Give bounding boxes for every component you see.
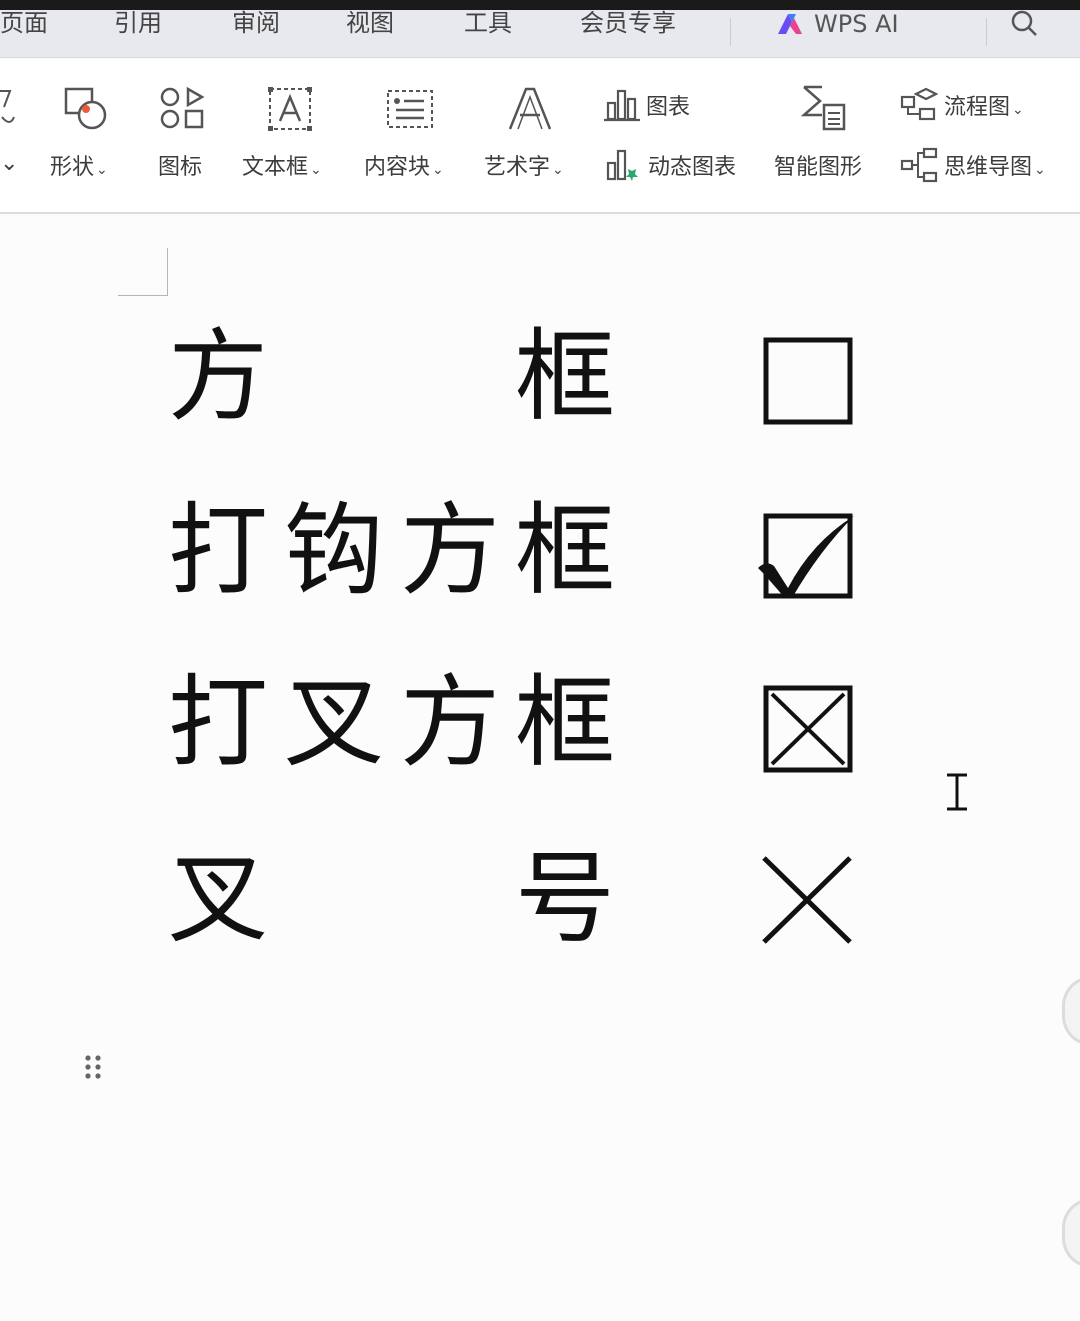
chevron-down-icon: ⌄ — [432, 162, 444, 178]
shape-button[interactable]: 形状 ⌄ — [44, 79, 134, 189]
dynamic-chart-icon — [606, 149, 638, 181]
dynamic-chart-label: 动态图表 — [648, 155, 737, 180]
menu-page[interactable]: 页面 — [0, 10, 48, 38]
icons-label: 图标 — [158, 155, 203, 180]
wps-ai-label: WPS AI — [814, 10, 899, 38]
row-crossed-box-char-1[interactable]: 打 — [168, 668, 268, 778]
empty-box-icon[interactable] — [760, 334, 856, 426]
page-margin-corner-mark — [118, 248, 168, 296]
chevron-down-icon: ⌄ — [96, 162, 108, 178]
menu-review[interactable]: 审阅 — [232, 10, 280, 38]
chart-label: 图表 — [646, 95, 691, 120]
chart-button[interactable]: 图表 — [600, 83, 710, 127]
smart-shape-button[interactable]: 智能图形 — [770, 79, 880, 189]
menu-view[interactable]: 视图 — [346, 10, 394, 38]
window-top-strip — [0, 0, 1080, 10]
content-block-label: 内容块 — [364, 155, 431, 180]
mindmap-label: 思维导图 — [944, 155, 1033, 180]
shape-icon — [64, 87, 107, 130]
menu-member-exclusive[interactable]: 会员专享 — [580, 10, 676, 38]
floating-side-widget[interactable] — [1062, 1198, 1080, 1268]
crossed-box-icon[interactable] — [760, 682, 856, 774]
chevron-down-icon: ⌄ — [1012, 102, 1024, 118]
textbox-label: 文本框 — [242, 155, 309, 180]
textbox-icon — [268, 87, 312, 131]
smart-shape-icon — [800, 85, 846, 131]
chevron-down-icon: ⌄ — [1034, 162, 1046, 178]
row-checked-box-char-2[interactable]: 钩 — [284, 496, 384, 606]
search-icon — [1011, 10, 1037, 36]
row-crossed-box-char-3[interactable]: 方 — [400, 668, 500, 778]
flowchart-label: 流程图 — [944, 95, 1011, 120]
wordart-icon — [508, 87, 552, 130]
wps-ai-button[interactable]: WPS AI — [776, 10, 899, 38]
row-cross-char-2[interactable]: 号 — [515, 844, 615, 954]
text-cursor-ibeam-icon — [947, 772, 967, 812]
row-empty-box-char-1[interactable]: 方 — [168, 322, 268, 432]
chart-icon — [604, 89, 640, 122]
partial-dropdown-caret[interactable]: ⌄ — [0, 151, 18, 176]
search-button[interactable] — [1004, 10, 1044, 42]
shape-label: 形状 — [50, 155, 95, 180]
cross-mark-icon[interactable] — [758, 852, 858, 948]
paragraph-drag-handle-icon[interactable] — [84, 1054, 104, 1086]
document-canvas[interactable]: 方 框 打 钩 方 框 打 叉 方 框 叉 号 — [0, 216, 1080, 1321]
flowchart-button[interactable]: 流程图 ⌄ — [900, 83, 1050, 127]
row-checked-box-char-3[interactable]: 方 — [400, 496, 500, 606]
content-block-icon — [387, 90, 433, 128]
row-checked-box-char-1[interactable]: 打 — [168, 496, 268, 606]
row-cross-char-1[interactable]: 叉 — [168, 844, 268, 954]
wordart-label: 艺术字 — [484, 155, 551, 180]
insert-ribbon: ⌄ 形状 ⌄ 图标 文本框 ⌄ 内容块 ⌄ 艺术字 ⌄ 图表 动态图表 智能图形… — [0, 59, 1080, 214]
flowchart-icon — [900, 87, 938, 121]
icons-button[interactable]: 图标 — [150, 79, 220, 189]
row-checked-box-char-4[interactable]: 框 — [515, 496, 615, 606]
partial-tool-icon — [0, 90, 15, 123]
textbox-button[interactable]: 文本框 ⌄ — [240, 79, 340, 189]
checked-box-icon[interactable] — [750, 506, 860, 602]
menu-separator — [986, 18, 987, 46]
chevron-down-icon: ⌄ — [552, 162, 564, 178]
mindmap-button[interactable]: 思维导图 ⌄ — [900, 143, 1070, 187]
wordart-button[interactable]: 艺术字 ⌄ — [480, 79, 580, 189]
wps-ai-logo-icon — [778, 14, 802, 34]
menu-bar: 页面 引用 审阅 视图 工具 会员专享 WPS AI — [0, 10, 1080, 58]
chevron-down-icon: ⌄ — [310, 162, 322, 178]
row-crossed-box-char-2[interactable]: 叉 — [284, 668, 384, 778]
icons-icon — [160, 86, 205, 129]
row-empty-box-char-2[interactable]: 框 — [515, 322, 615, 432]
menu-separator — [730, 18, 731, 46]
floating-side-widget[interactable] — [1062, 976, 1080, 1046]
row-crossed-box-char-4[interactable]: 框 — [515, 668, 615, 778]
menu-tools[interactable]: 工具 — [464, 10, 512, 38]
content-block-button[interactable]: 内容块 ⌄ — [360, 79, 460, 189]
smart-shape-label: 智能图形 — [774, 155, 863, 180]
mindmap-icon — [900, 147, 938, 183]
menu-references[interactable]: 引用 — [114, 10, 162, 38]
dynamic-chart-button[interactable]: 动态图表 — [600, 143, 760, 187]
